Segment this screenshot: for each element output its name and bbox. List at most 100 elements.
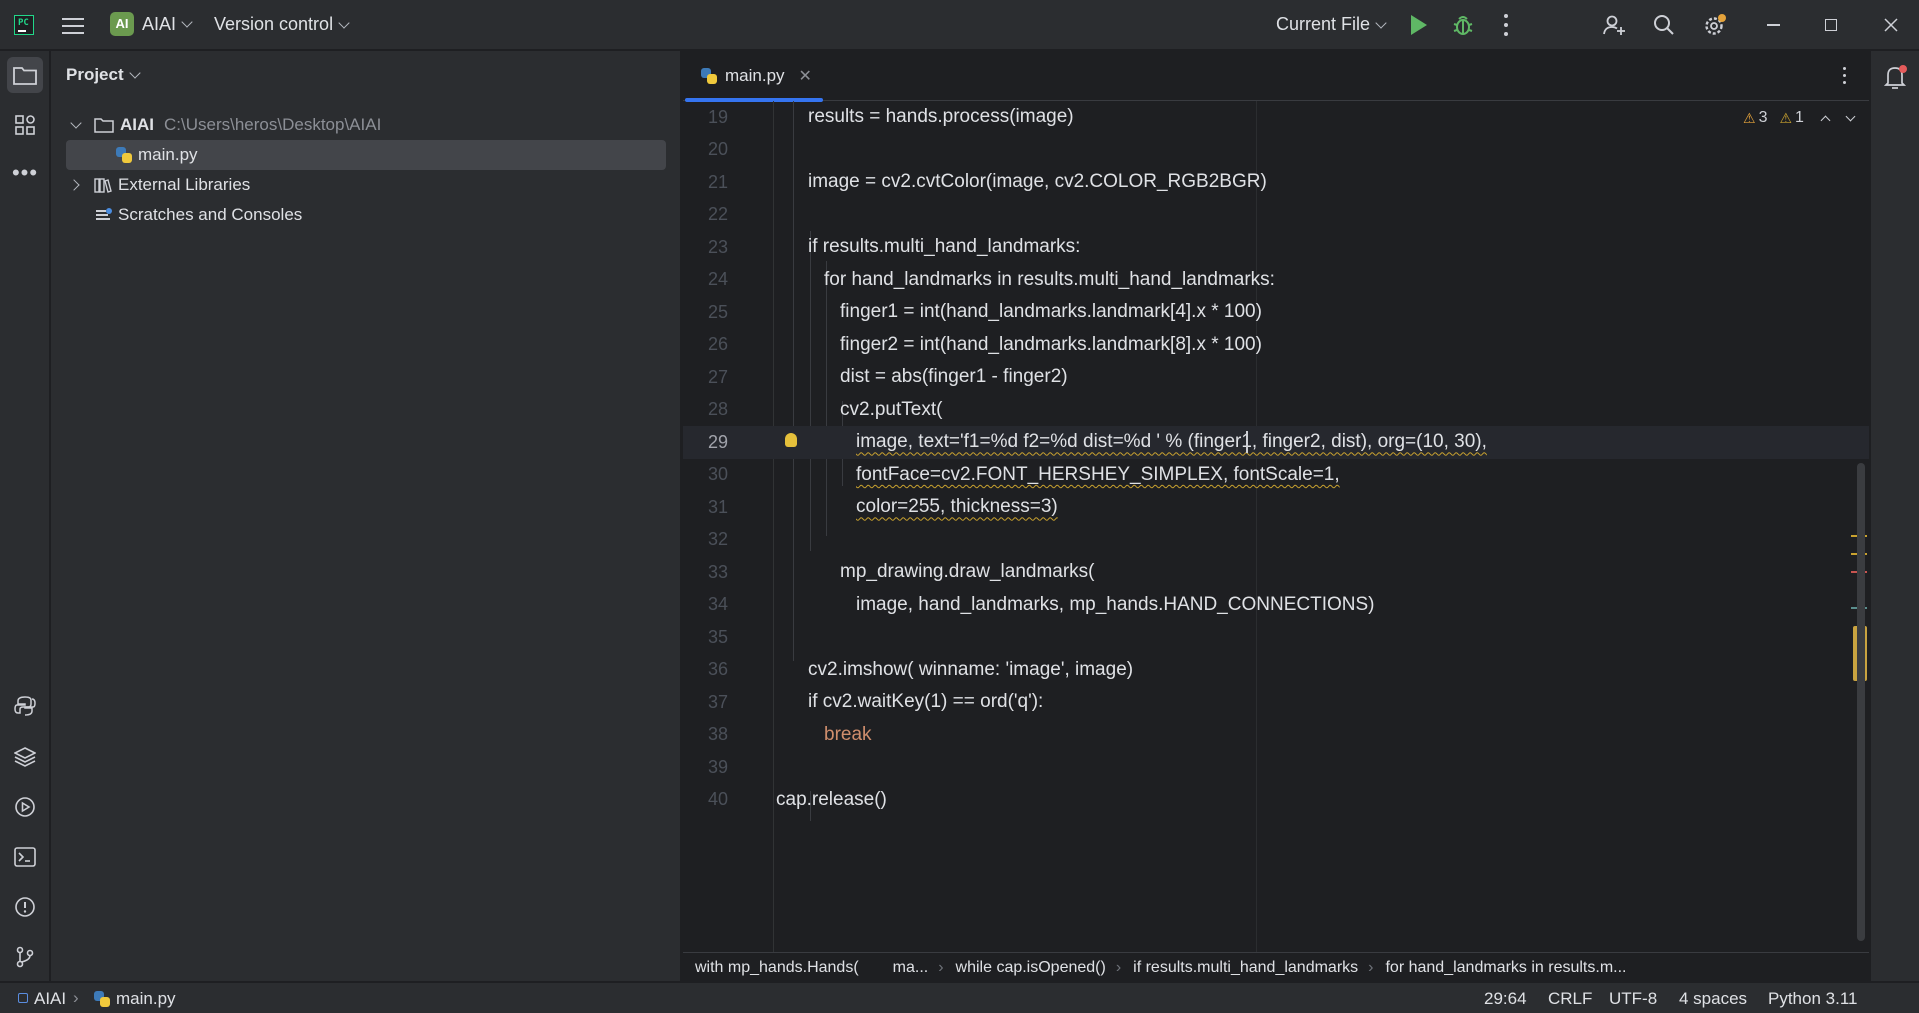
add-user-icon[interactable] — [1602, 13, 1626, 37]
code-line: 35 — [683, 621, 1869, 654]
code-line: 38 break — [683, 719, 1869, 752]
python-interpreter[interactable]: Python 3.11 — [1768, 989, 1857, 1009]
chevron-down-icon[interactable] — [70, 117, 82, 129]
chevron-right-icon[interactable] — [68, 179, 80, 191]
breadcrumb-item[interactable]: while cap.isOpened() — [956, 959, 1106, 977]
code-line: 28 cv2.putText( — [683, 394, 1869, 427]
editor-options-icon[interactable] — [1843, 67, 1847, 85]
tree-item-project-root[interactable]: AIAI C:\Users\heros\Desktop\AIAI — [66, 110, 381, 140]
status-bar: AIAI › main.py 29:64 CRLF UTF-8 4 spaces… — [0, 982, 1919, 1013]
breadcrumb-item[interactable]: for hand_landmarks in results.m... — [1385, 959, 1626, 977]
python-file-icon — [94, 991, 110, 1007]
debug-icon[interactable] — [1452, 13, 1474, 37]
code-editor[interactable]: 19 results = hands.process(image) 20 21 … — [683, 101, 1869, 981]
inspection-widget[interactable]: ⚠ 3 ⚠ 1 — [1743, 109, 1856, 127]
scratches-icon — [96, 208, 112, 222]
line-number: 31 — [707, 496, 728, 517]
caret-position[interactable]: 29:64 — [1484, 989, 1527, 1009]
problems-button[interactable] — [7, 889, 43, 925]
line-number: 22 — [707, 204, 728, 225]
line-number: 39 — [707, 756, 728, 777]
line-number: 30 — [707, 464, 728, 485]
services-icon — [15, 797, 35, 817]
tree-item-scratches[interactable]: Scratches and Consoles — [66, 200, 302, 230]
tree-item-main-py[interactable]: main.py — [66, 140, 666, 170]
restore-button[interactable] — [1806, 0, 1856, 50]
line-separator[interactable]: CRLF — [1548, 989, 1592, 1009]
previous-highlight-icon[interactable] — [1820, 115, 1831, 125]
code-line: 24 for hand_landmarks in results.multi_h… — [683, 264, 1869, 297]
text-cursor — [1246, 431, 1248, 453]
layers-icon — [14, 747, 36, 767]
notifications-icon[interactable] — [1884, 64, 1908, 90]
run-config-selector[interactable]: Current File — [1276, 14, 1387, 35]
intention-bulb-icon[interactable] — [785, 433, 797, 447]
python-file-icon — [116, 147, 132, 163]
minimize-button[interactable] — [1748, 0, 1798, 50]
project-name: AIAI — [142, 13, 177, 34]
code-line: 39 — [683, 751, 1869, 784]
close-icon — [1884, 18, 1898, 32]
line-number: 26 — [707, 334, 728, 355]
line-number: 24 — [707, 269, 728, 290]
version-control-tool-button[interactable] — [7, 939, 43, 975]
terminal-icon — [14, 847, 36, 867]
code-line: 20 — [683, 134, 1869, 167]
project-tool-button[interactable] — [7, 57, 43, 93]
project-view-selector[interactable]: Project — [66, 65, 141, 85]
left-tool-strip: ••• — [0, 51, 50, 981]
python-console-button[interactable] — [7, 688, 43, 724]
chevron-down-icon — [181, 16, 193, 28]
code-line: 37 if cv2.waitKey(1) == ord('q'): — [683, 686, 1869, 719]
line-number: 20 — [707, 139, 728, 160]
settings-icon[interactable] — [1702, 13, 1728, 39]
status-file[interactable]: main.py — [116, 989, 176, 1009]
code-line: 27 dist = abs(finger1 - finger2) — [683, 361, 1869, 394]
project-switcher[interactable]: AI AIAI — [110, 12, 193, 36]
python-packages-button[interactable] — [7, 739, 43, 775]
code-text: fontFace=cv2.FONT_HERSHEY_SIMPLEX, fontS… — [856, 463, 1340, 485]
more-tools-button[interactable]: ••• — [7, 155, 43, 191]
terminal-button[interactable] — [7, 839, 43, 875]
breadcrumb-item[interactable]: ma... — [893, 959, 929, 977]
file-encoding[interactable]: UTF-8 — [1609, 989, 1657, 1009]
code-line: 30 fontFace=cv2.FONT_HERSHEY_SIMPLEX, fo… — [683, 459, 1869, 492]
code-text: cv2.imshow( winname: 'image', image) — [808, 658, 1134, 680]
structure-tool-button[interactable] — [7, 107, 43, 143]
next-highlight-icon[interactable] — [1845, 111, 1856, 121]
line-number: 21 — [707, 171, 728, 192]
tree-item-external-libraries[interactable]: External Libraries — [66, 170, 250, 200]
breadcrumb-item[interactable]: if results.multi_hand_landmarks — [1133, 959, 1358, 977]
main-menu-icon[interactable] — [62, 15, 84, 35]
version-control-menu[interactable]: Version control — [214, 14, 350, 35]
status-project[interactable]: AIAI — [34, 989, 66, 1009]
vertical-scrollbar-track[interactable] — [1857, 463, 1865, 941]
more-actions-icon[interactable] — [1504, 14, 1508, 36]
code-text: break — [824, 723, 872, 745]
pycharm-logo-icon[interactable]: PC — [14, 15, 34, 35]
line-number: 19 — [707, 106, 728, 127]
code-text: image, text='f1=%d f2=%d dist=%d ' % (fi… — [856, 431, 1487, 453]
breadcrumb-item[interactable]: with mp_hands.Hands( — [695, 959, 859, 977]
line-number: 23 — [707, 236, 728, 257]
code-line: 31 color=255, thickness=3) — [683, 491, 1869, 524]
tab-main-py[interactable]: main.py ✕ — [683, 51, 823, 102]
services-button[interactable] — [7, 789, 43, 825]
code-line: 25 finger1 = int(hand_landmarks.landmark… — [683, 296, 1869, 329]
run-icon[interactable] — [1411, 15, 1427, 35]
version-control-label: Version control — [214, 14, 334, 34]
title-bar: PC AI AIAI Version control Current File — [0, 0, 1919, 50]
scratches-label: Scratches and Consoles — [118, 205, 303, 224]
code-text: mp_drawing.draw_landmarks( — [840, 561, 1095, 583]
code-text: image = cv2.cvtColor(image, cv2.COLOR_RG… — [808, 171, 1267, 193]
search-icon[interactable] — [1653, 14, 1675, 36]
close-tab-icon[interactable]: ✕ — [799, 66, 812, 86]
code-line: 36 cv2.imshow( winname: 'image', image) — [683, 654, 1869, 687]
code-text: if cv2.waitKey(1) == ord('q'): — [808, 691, 1044, 713]
line-number: 27 — [707, 366, 728, 387]
right-tool-strip — [1870, 51, 1919, 981]
indent-setting[interactable]: 4 spaces — [1679, 989, 1747, 1009]
line-number: 29 — [707, 431, 728, 452]
close-button[interactable] — [1866, 0, 1916, 50]
code-text: finger1 = int(hand_landmarks.landmark[4]… — [840, 301, 1262, 323]
